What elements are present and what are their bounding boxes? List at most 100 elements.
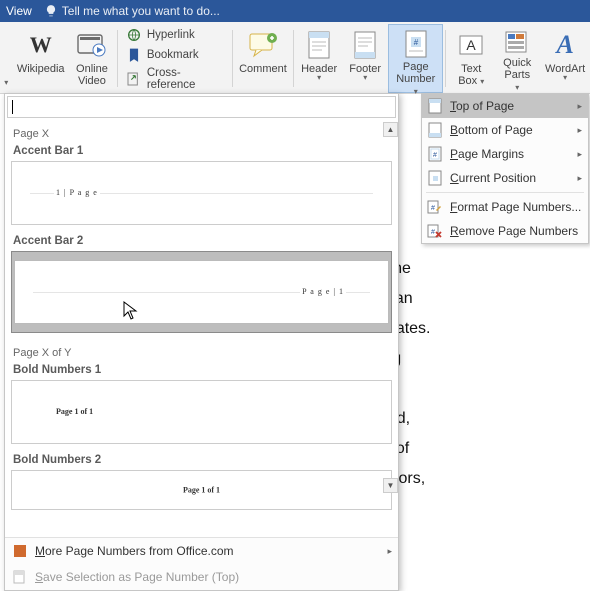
bookmark-label: Bookmark [147, 49, 199, 61]
page-number-label-2: Number [396, 73, 435, 85]
page-number-button[interactable]: # PageNumber ▾ [388, 24, 443, 93]
tell-me-search[interactable]: Tell me what you want to do... [44, 4, 220, 18]
save-selection-icon [11, 569, 29, 585]
separator [293, 30, 294, 87]
svg-text:#: # [431, 205, 435, 212]
gallery-search-input[interactable] [7, 96, 396, 118]
menu-current-label: Current Position [450, 171, 571, 185]
gallery-item-name: Bold Numbers 1 [9, 362, 394, 380]
quick-parts-icon [501, 29, 533, 55]
hyperlink-icon [126, 27, 142, 43]
separator [117, 30, 118, 87]
separator [232, 30, 233, 87]
quick-parts-label-1: Quick [503, 57, 531, 69]
office-icon [11, 543, 29, 559]
preview-text: Page 1 of 1 [54, 407, 95, 416]
more-from-office-button[interactable]: More Page Numbers from Office.com ▸ [5, 538, 398, 564]
menu-top-of-page[interactable]: Top of Page ▸ [422, 94, 588, 118]
bookmark-icon [126, 47, 142, 63]
footer-button[interactable]: Footer ▾ [342, 24, 388, 93]
menu-remove-label: Remove Page Numbers [450, 224, 582, 238]
gallery-scroll-down[interactable]: ▼ [383, 478, 398, 493]
cross-reference-button[interactable]: Cross-reference [124, 66, 226, 92]
chevron-down-icon: ▾ [317, 73, 321, 82]
menu-page-margins[interactable]: # Page Margins ▸ [422, 142, 588, 166]
page-number-label-1: Page [403, 61, 429, 73]
wikipedia-icon: W [25, 29, 57, 61]
text-box-icon: A [455, 29, 487, 61]
ribbon: ▾ W Wikipedia OnlineVideo Hyperlink Book… [0, 22, 590, 94]
chevron-right-icon: ▸ [577, 173, 582, 184]
separator [445, 30, 446, 87]
bookmark-button[interactable]: Bookmark [124, 46, 226, 64]
wikipedia-button[interactable]: W Wikipedia [12, 24, 68, 93]
text-box-button[interactable]: A TextBox ▾ [448, 24, 494, 93]
cross-reference-icon [126, 71, 142, 87]
remove-page-numbers-icon: # [426, 223, 444, 239]
comment-icon [247, 29, 279, 61]
gallery-item-bold-numbers-1[interactable]: Page 1 of 1 [11, 380, 392, 444]
page-number-menu: Top of Page ▸ Bottom of Page ▸ # Page Ma… [421, 93, 589, 244]
online-video-label-2: Video [78, 75, 106, 87]
menu-bottom-label: Bottom of Page [450, 123, 571, 137]
format-page-numbers-icon: # [426, 199, 444, 215]
tell-me-placeholder: Tell me what you want to do... [62, 4, 220, 18]
current-position-icon [426, 170, 444, 186]
page-number-gallery: Page X Accent Bar 1 1 | P a g e Accent B… [4, 93, 399, 591]
gallery-item-name: Bold Numbers 2 [9, 452, 394, 470]
wordart-icon: A [549, 29, 581, 61]
view-tab[interactable]: View [6, 4, 32, 18]
more-label: More Page Numbers from Office.com [35, 544, 234, 558]
wordart-button[interactable]: A WordArt ▾ [540, 24, 590, 93]
online-video-button[interactable]: OnlineVideo [69, 24, 115, 93]
menu-format-label: Format Page Numbers... [450, 200, 582, 214]
comment-button[interactable]: Comment [235, 24, 291, 93]
text-box-label-2: Box [458, 75, 477, 87]
gallery-item-name: Accent Bar 1 [9, 143, 394, 161]
links-group: Hyperlink Bookmark Cross-reference [120, 24, 230, 93]
chevron-right-icon: ▸ [577, 125, 582, 136]
menu-current-position[interactable]: Current Position ▸ [422, 166, 588, 190]
chevron-right-icon: ▸ [387, 546, 392, 557]
gallery-group-page-x-of-y: Page X of Y [9, 341, 394, 362]
svg-text:#: # [414, 38, 419, 47]
hyperlink-button[interactable]: Hyperlink [124, 26, 226, 44]
preview-text: 1 | P a g e [54, 188, 100, 197]
online-video-label-1: Online [76, 63, 108, 75]
bottom-of-page-icon [426, 122, 444, 138]
svg-text:#: # [433, 152, 437, 159]
mouse-cursor-icon [123, 301, 139, 321]
hyperlink-label: Hyperlink [147, 29, 195, 41]
cross-reference-label: Cross-reference [147, 67, 224, 91]
gallery-item-accent-bar-2[interactable]: P a g e | 1 [11, 251, 392, 333]
menu-top-label: Top of Page [450, 99, 571, 113]
page-margins-icon: # [426, 146, 444, 162]
header-button[interactable]: Header ▾ [296, 24, 342, 93]
title-bar: View Tell me what you want to do... [0, 0, 590, 22]
page-number-icon: # [400, 29, 432, 59]
save-selection-button: Save Selection as Page Number (Top) [5, 564, 398, 590]
gallery-item-bold-numbers-2[interactable]: Page 1 of 1 [11, 470, 392, 510]
gallery-item-name: Accent Bar 2 [9, 233, 394, 251]
gallery-group-page-x: Page X [9, 122, 394, 143]
header-icon [303, 29, 335, 61]
menu-margins-label: Page Margins [450, 147, 571, 161]
gallery-item-accent-bar-1[interactable]: 1 | P a g e [11, 161, 392, 225]
menu-format-page-numbers[interactable]: # Format Page Numbers... [422, 195, 588, 219]
ribbon-overflow-left[interactable]: ▾ [0, 24, 12, 93]
menu-bottom-of-page[interactable]: Bottom of Page ▸ [422, 118, 588, 142]
menu-remove-page-numbers[interactable]: # Remove Page Numbers [422, 219, 588, 243]
text-box-label-1: Text [461, 63, 481, 75]
quick-parts-label-2: Parts [504, 69, 530, 81]
top-of-page-icon [426, 98, 444, 114]
lightbulb-icon [44, 4, 58, 18]
chevron-down-icon: ▾ [363, 73, 367, 82]
quick-parts-button[interactable]: QuickParts ▾ [494, 24, 540, 93]
gallery-scroll-up[interactable]: ▲ [383, 122, 398, 137]
chevron-right-icon: ▸ [577, 101, 582, 112]
chevron-right-icon: ▸ [577, 149, 582, 160]
comment-label: Comment [239, 63, 287, 75]
svg-text:#: # [431, 229, 435, 236]
menu-separator [426, 192, 584, 193]
wikipedia-label: Wikipedia [17, 63, 65, 75]
